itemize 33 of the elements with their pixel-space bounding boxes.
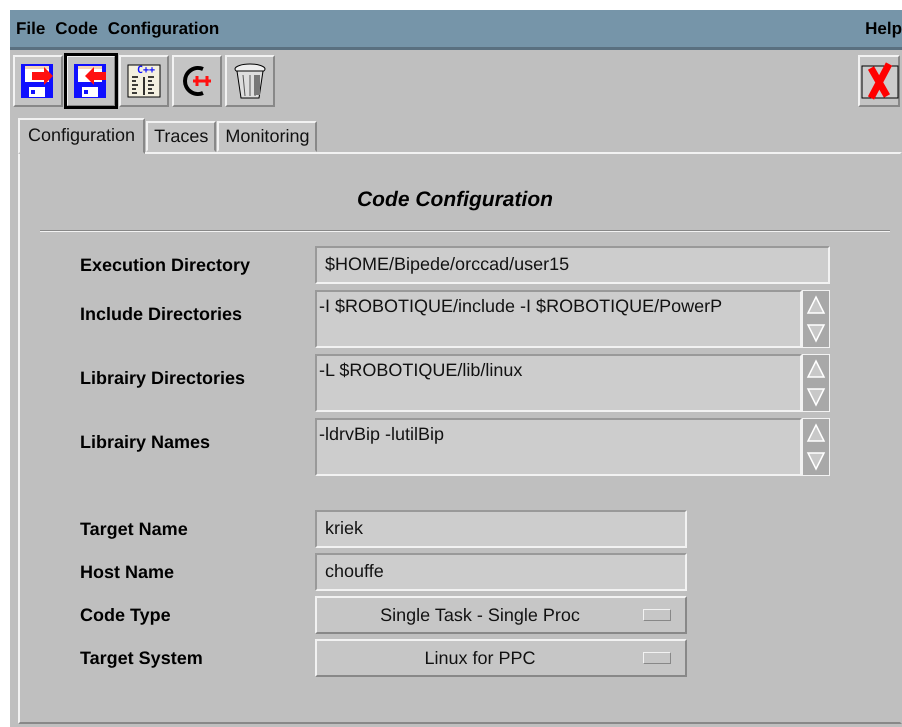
text-area[interactable]: -L $ROBOTIQUE/lib/linux: [315, 354, 802, 412]
input-field[interactable]: $HOME/Bipede/orccad/user15: [315, 246, 830, 284]
toolbar-button[interactable]: [66, 55, 116, 107]
option-menu[interactable]: Single Task - Single Proc: [315, 596, 687, 634]
menu-item[interactable]: Configuration: [108, 18, 220, 38]
section-title: Code Configuration: [356, 187, 554, 213]
close-button[interactable]: [858, 55, 900, 107]
menu-item[interactable]: Code: [55, 18, 98, 38]
field-label: Librairy Names: [79, 431, 212, 453]
text-area[interactable]: -ldrvBip -lutilBip: [315, 418, 802, 476]
text-area[interactable]: -I $ROBOTIQUE/include -I $ROBOTIQUE/PowerP: [315, 290, 802, 348]
option-indicator-icon: [643, 652, 671, 664]
toolbar-button[interactable]: C++: [119, 55, 169, 107]
field-label: Target System: [79, 648, 204, 668]
option-indicator-icon: [643, 609, 671, 621]
field-label: Code Type: [79, 604, 172, 626]
toolbar-button[interactable]: [13, 55, 63, 107]
field-label: Include Directories: [79, 303, 244, 325]
help-menu[interactable]: Help: [865, 18, 902, 38]
tab[interactable]: Monitoring: [217, 121, 318, 152]
close-icon: [859, 61, 899, 101]
input-field[interactable]: chouffe: [315, 553, 687, 591]
toolbar-button[interactable]: [172, 55, 222, 107]
field-label: Execution Directory: [79, 254, 252, 276]
toolbar-button[interactable]: [225, 55, 275, 107]
field-label: Target Name: [79, 518, 189, 540]
tab[interactable]: Traces: [146, 121, 216, 152]
tab[interactable]: Configuration: [18, 118, 146, 154]
field-label: Librairy Directories: [79, 367, 246, 389]
input-field[interactable]: kriek: [315, 510, 687, 548]
field-label: Host Name: [79, 562, 176, 582]
option-menu[interactable]: Linux for PPC: [315, 639, 687, 677]
menu-item[interactable]: File: [16, 18, 46, 38]
